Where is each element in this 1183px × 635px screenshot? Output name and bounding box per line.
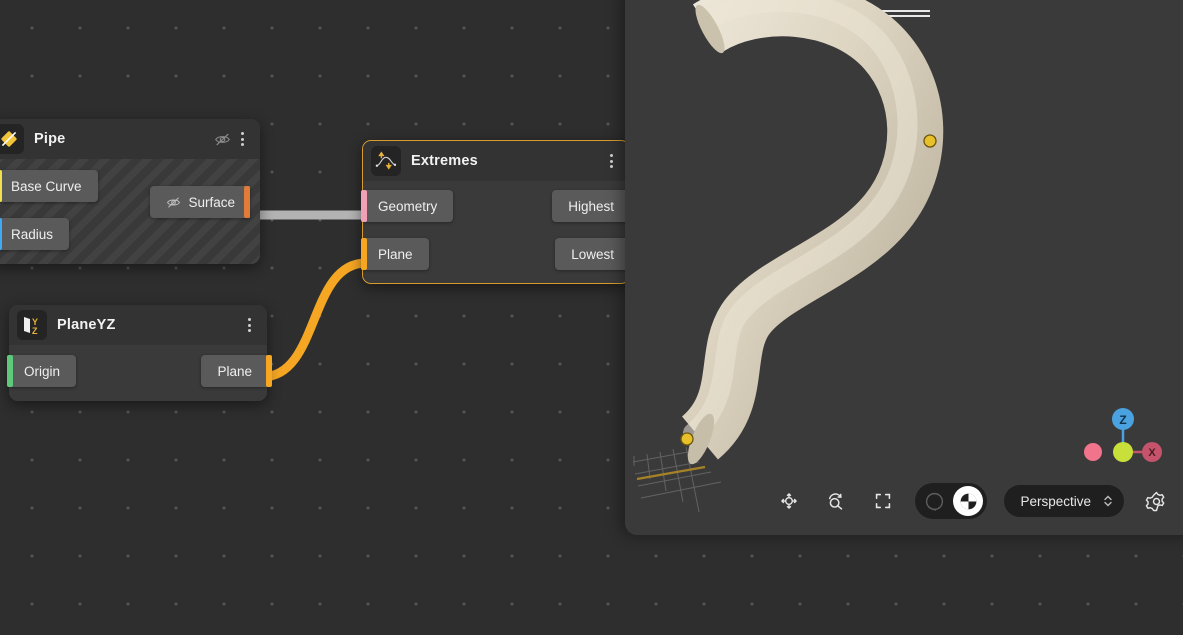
- pan-navigate-icon[interactable]: [774, 486, 804, 516]
- orbit-refresh-icon[interactable]: [821, 486, 851, 516]
- port-pill-lowest[interactable]: Lowest: [555, 238, 629, 270]
- port-label-surface: Surface: [188, 195, 235, 210]
- projection-dropdown[interactable]: Perspective: [1004, 485, 1124, 517]
- node-extremes-header[interactable]: Extremes: [363, 141, 629, 181]
- node-extremes-body: Geometry Highest Plane Lowest: [363, 181, 629, 283]
- shading-mode-toggle[interactable]: [915, 483, 987, 519]
- port-pill-highest[interactable]: Highest: [552, 190, 629, 222]
- port-label-plane-in: Plane: [378, 247, 413, 262]
- port-dot-origin[interactable]: [7, 355, 13, 387]
- port-dot-plane-in[interactable]: [361, 238, 367, 270]
- port-label-lowest: Lowest: [571, 247, 614, 262]
- viewport-toolbar: Perspective: [625, 483, 1183, 519]
- node-extremes-row-2: Plane Lowest: [363, 238, 629, 270]
- port-dot-geometry[interactable]: [361, 190, 367, 222]
- shaded-sphere-icon[interactable]: [953, 486, 983, 516]
- node-planeyz-header[interactable]: Y Z PlaneYZ: [9, 305, 267, 345]
- chevron-updown-icon: [1103, 494, 1113, 508]
- node-extremes-title: Extremes: [411, 153, 601, 169]
- port-pill-radius[interactable]: Radius: [0, 218, 69, 250]
- port-dot-plane-out[interactable]: [266, 355, 272, 387]
- node-planeyz[interactable]: Y Z PlaneYZ Origin Plane: [9, 305, 267, 401]
- axis-label-x: X: [1148, 447, 1156, 459]
- port-label-geometry: Geometry: [378, 199, 437, 214]
- node-planeyz-title: PlaneYZ: [57, 317, 239, 333]
- port-pill-geometry[interactable]: Geometry: [363, 190, 453, 222]
- zoom-to-fit-icon[interactable]: [868, 486, 898, 516]
- kebab-menu-icon[interactable]: [601, 150, 621, 172]
- wireframe-sphere-icon[interactable]: [919, 486, 949, 516]
- app-root: Pipe Base Curve: [0, 0, 1183, 635]
- axis-dot-y: [1084, 443, 1102, 461]
- projection-value: Perspective: [1020, 494, 1091, 509]
- port-pill-plane-in[interactable]: Plane: [363, 238, 429, 270]
- port-label-highest: Highest: [568, 199, 614, 214]
- port-label-origin: Origin: [24, 364, 60, 379]
- port-pill-plane-out[interactable]: Plane: [201, 355, 267, 387]
- highest-point-marker: [924, 135, 936, 147]
- port-dot-surface[interactable]: [244, 186, 250, 218]
- node-extremes[interactable]: Extremes Geometry Highest Plane: [362, 140, 630, 284]
- extremes-curve-icon: [371, 146, 401, 176]
- node-pipe-body: Base Curve Surface: [0, 159, 260, 264]
- axis-label-z: Z: [1119, 413, 1126, 427]
- surface-eye-off-icon[interactable]: [166, 195, 181, 210]
- eye-off-icon[interactable]: [212, 128, 232, 150]
- axis-orientation-gizmo[interactable]: Z X: [1083, 400, 1163, 470]
- gear-icon[interactable]: [1141, 486, 1171, 516]
- port-dot-radius[interactable]: [0, 218, 2, 250]
- lowest-point-marker: [681, 433, 693, 445]
- kebab-menu-icon[interactable]: [239, 314, 259, 336]
- node-pipe-row-surface: Surface: [0, 170, 260, 202]
- port-label-plane-out: Plane: [217, 364, 252, 379]
- node-pipe[interactable]: Pipe Base Curve: [0, 119, 260, 264]
- node-planeyz-row-1: Origin Plane: [9, 355, 267, 387]
- 3d-viewport[interactable]: Z X: [625, 0, 1183, 535]
- port-pill-surface[interactable]: Surface: [150, 186, 250, 218]
- kebab-menu-icon[interactable]: [232, 128, 252, 150]
- node-pipe-title: Pipe: [34, 131, 212, 147]
- axis-origin-dot: [1113, 442, 1133, 462]
- node-pipe-row-radius: Radius: [0, 218, 260, 250]
- port-label-radius: Radius: [11, 227, 53, 242]
- port-pill-origin[interactable]: Origin: [9, 355, 76, 387]
- node-planeyz-body: Origin Plane: [9, 345, 267, 401]
- node-pipe-header[interactable]: Pipe: [0, 119, 260, 159]
- pipe-diamond-icon: [0, 124, 24, 154]
- plane-yz-icon: Y Z: [17, 310, 47, 340]
- node-extremes-row-1: Geometry Highest: [363, 190, 629, 222]
- svg-text:Z: Z: [32, 326, 38, 336]
